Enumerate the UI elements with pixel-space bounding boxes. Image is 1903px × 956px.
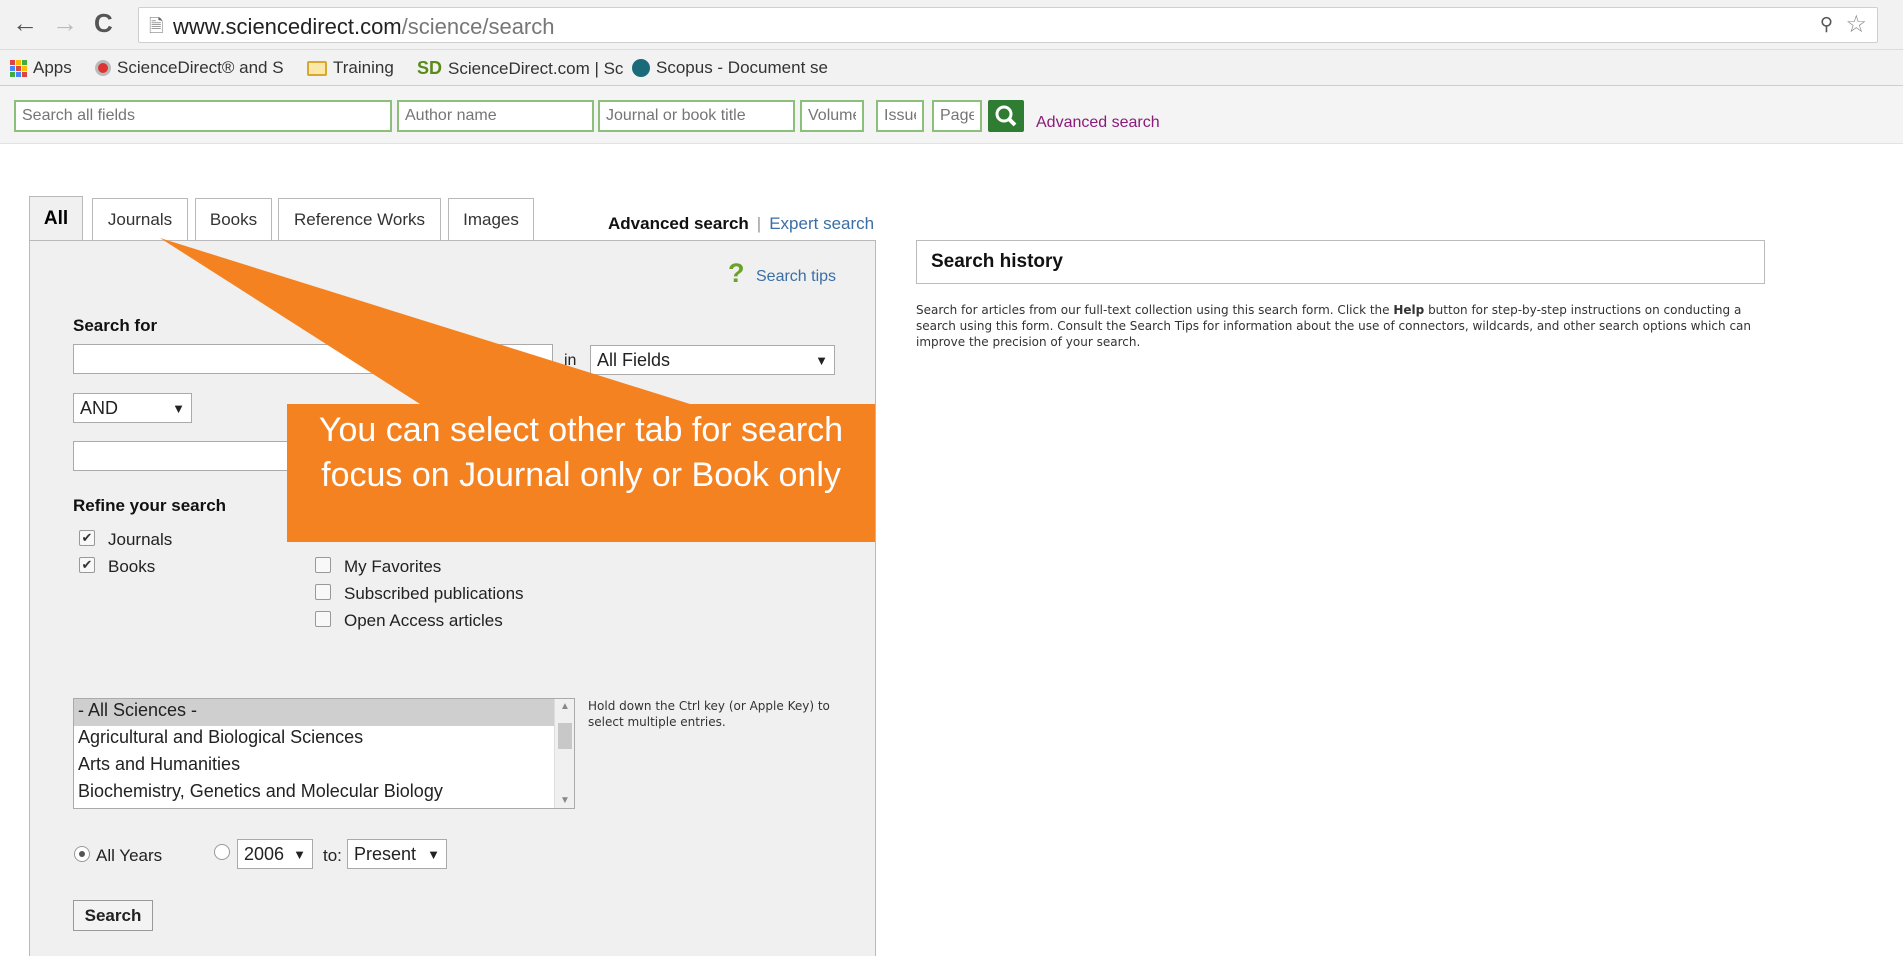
apps-grid-icon [10, 59, 27, 77]
year-to-value: Present [354, 843, 417, 864]
caret-down-icon: ▼ [427, 846, 440, 862]
my-favorites-label: My Favorites [344, 557, 442, 576]
tab-books[interactable]: Books [195, 198, 272, 240]
bookmark-label: ScienceDirect® and S [117, 58, 284, 77]
subscribed-publications-checkbox[interactable] [315, 584, 331, 600]
quick-search-bar: Advanced search [0, 86, 1903, 144]
all-years-radio[interactable] [74, 846, 90, 862]
search-button[interactable]: Search [73, 900, 153, 931]
browser-toolbar: ← → C 🗎 www.sciencedirect.com/science/se… [0, 0, 1903, 50]
multi-select-hint: Hold down the Ctrl key (or Apple Key) to… [588, 699, 830, 729]
field-select[interactable]: All Fields ▼ [590, 345, 835, 375]
bookmark-label: Training [333, 58, 394, 77]
url-path: /science/search [401, 14, 555, 39]
reload-icon[interactable]: C [94, 8, 113, 39]
bookmark-label: Apps [33, 58, 72, 77]
in-label: in [564, 352, 577, 369]
all-years-label: All Years [96, 846, 163, 865]
search-term-1-input[interactable] [73, 344, 553, 374]
scroll-up-icon[interactable]: ▲ [560, 701, 570, 712]
volume-input[interactable] [800, 100, 864, 132]
caret-down-icon: ▼ [293, 846, 306, 862]
bookmark-sciencedirect-com[interactable]: SD ScienceDirect.com | Sc [417, 58, 623, 79]
journal-title-input[interactable] [598, 100, 795, 132]
bookmark-label: ScienceDirect.com | Sc [448, 58, 624, 78]
open-access-label: Open Access articles [344, 611, 503, 630]
tab-images[interactable]: Images [448, 198, 534, 240]
bookmarks-bar: Apps ScienceDirect® and S Training SD Sc… [0, 50, 1903, 86]
bookmark-scopus[interactable]: Scopus - Document se [632, 58, 828, 78]
link-separator: | [756, 214, 762, 233]
year-from-select[interactable]: 2006 ▼ [237, 839, 313, 869]
caret-down-icon: ▼ [172, 400, 185, 416]
listbox-scrollbar[interactable]: ▲ ▼ [554, 699, 574, 808]
advanced-search-link[interactable]: Advanced search [1036, 114, 1160, 132]
star-icon[interactable]: ☆ [1845, 10, 1867, 39]
arrow-right-icon[interactable]: → [52, 8, 78, 39]
search-all-fields-input[interactable] [14, 100, 392, 132]
page-icon: 🗎 [149, 16, 164, 36]
bookmark-label: Scopus - Document se [656, 58, 828, 77]
search-history-box: Search history [916, 240, 1765, 284]
search-help-text: Search for articles from our full-text c… [916, 302, 1756, 350]
bookmark-sciencedirect-and[interactable]: ScienceDirect® and S [95, 58, 284, 78]
year-range-radio[interactable] [214, 844, 230, 860]
issue-input[interactable] [876, 100, 924, 132]
help-text-start: Search for articles from our full-text c… [916, 303, 1394, 317]
year-to-select[interactable]: Present ▼ [347, 839, 447, 869]
page-input[interactable] [932, 100, 982, 132]
quick-search-button[interactable] [988, 100, 1024, 132]
panel-links: Advanced search | Expert search [608, 214, 874, 234]
bookmark-apps[interactable]: Apps [10, 58, 72, 78]
to-label: to: [323, 846, 342, 865]
folder-icon [307, 60, 327, 76]
search-history-title: Search history [931, 251, 1063, 272]
field-select-value: All Fields [597, 349, 671, 370]
refine-search-label: Refine your search [73, 496, 227, 515]
my-favorites-checkbox[interactable] [315, 557, 331, 573]
open-access-checkbox[interactable] [315, 611, 331, 627]
advanced-search-link[interactable]: Advanced search [608, 214, 749, 233]
subject-listbox[interactable]: - All Sciences - Agricultural and Biolog… [73, 698, 575, 809]
year-from-value: 2006 [244, 843, 285, 864]
url-text: www.sciencedirect.com/science/search [173, 14, 555, 40]
books-checkbox-label: Books [108, 557, 156, 576]
sd-logo-icon: SD [417, 58, 443, 78]
operator-value: AND [80, 397, 119, 418]
search-tips-link[interactable]: Search tips [756, 268, 836, 286]
magnifier-icon [995, 105, 1017, 127]
subject-option[interactable]: Arts and Humanities [74, 753, 574, 780]
subject-option[interactable]: Biochemistry, Genetics and Molecular Bio… [74, 780, 574, 807]
subject-option[interactable]: Agricultural and Biological Sciences [74, 726, 574, 753]
callout-annotation: You can select other tab for search focu… [287, 404, 875, 542]
bookmark-training[interactable]: Training [307, 58, 394, 78]
tab-all[interactable]: All [29, 196, 83, 241]
help-text-bold: Help [1393, 303, 1425, 317]
subscribed-publications-label: Subscribed publications [344, 584, 524, 603]
sd-favicon-icon [95, 60, 111, 76]
scopus-icon [632, 59, 650, 77]
scroll-down-icon[interactable]: ▼ [560, 795, 570, 806]
tab-reference-works[interactable]: Reference Works [278, 198, 441, 240]
books-checkbox[interactable]: ✔ [79, 557, 95, 573]
scroll-thumb[interactable] [558, 723, 572, 749]
author-name-input[interactable] [397, 100, 594, 132]
url-host: www.sciencedirect.com [173, 14, 402, 39]
operator-select[interactable]: AND ▼ [73, 393, 192, 423]
help-question-icon[interactable]: ? [728, 258, 745, 289]
journals-checkbox[interactable]: ✔ [79, 530, 95, 546]
arrow-left-icon[interactable]: ← [12, 8, 38, 39]
caret-down-icon: ▼ [815, 352, 828, 368]
subject-option[interactable]: - All Sciences - [74, 699, 574, 726]
key-icon[interactable]: ⚲ [1820, 14, 1833, 35]
expert-search-link[interactable]: Expert search [769, 214, 874, 233]
journals-checkbox-label: Journals [108, 530, 173, 549]
tab-journals[interactable]: Journals [92, 198, 188, 240]
address-bar[interactable]: 🗎 www.sciencedirect.com/science/search ⚲… [138, 7, 1878, 43]
search-for-label: Search for [73, 316, 158, 335]
